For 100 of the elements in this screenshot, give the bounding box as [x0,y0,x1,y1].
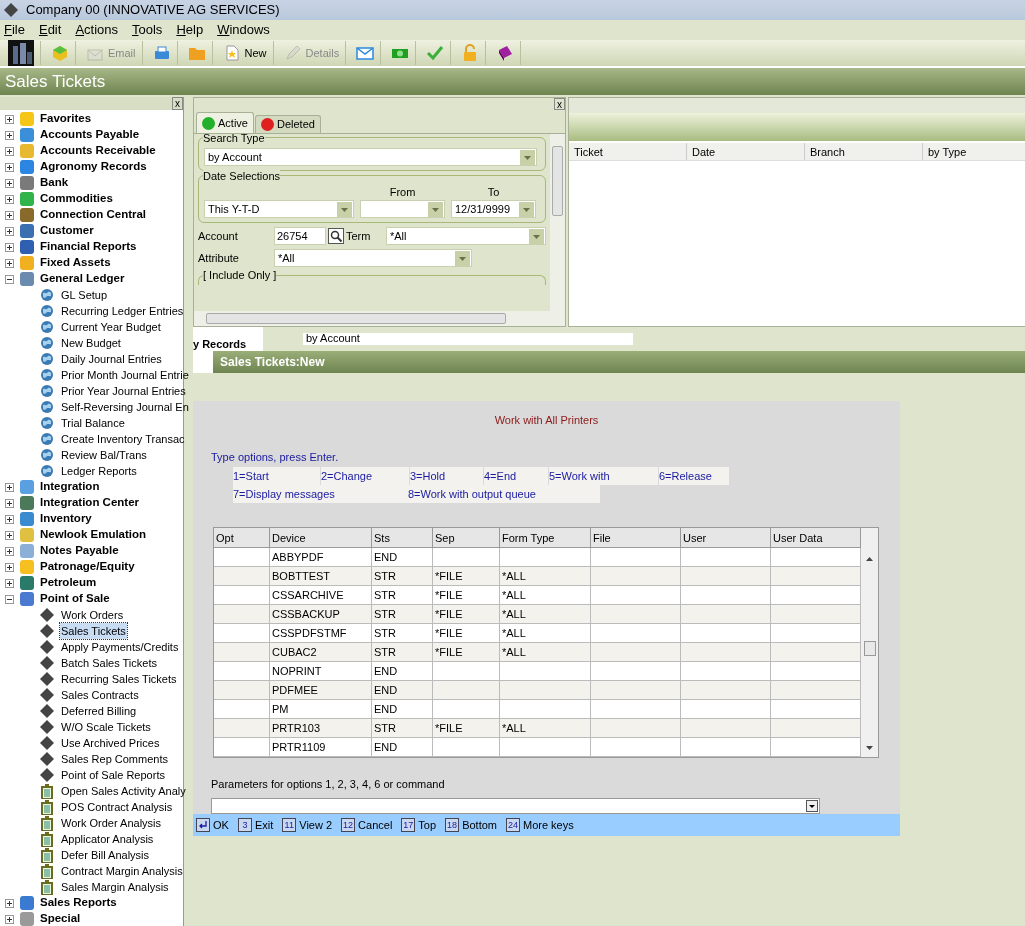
expand-icon[interactable] [5,210,14,220]
expand-icon[interactable] [5,114,14,124]
tree-item[interactable]: Self-Reversing Journal En [60,398,190,416]
tree-item[interactable]: Sales Margin Analysis [60,878,170,896]
tree-item[interactable]: Connection Central [40,206,147,224]
expand-icon[interactable] [5,914,14,924]
expand-icon[interactable] [5,546,14,556]
tree-item[interactable]: Accounts Receivable [40,142,156,160]
menu-item[interactable]: Windows [217,20,270,40]
expand-icon[interactable] [5,562,14,572]
tree-item[interactable]: Recurring Ledger Entries [60,302,185,320]
tree-item[interactable]: Prior Year Journal Entries [60,382,187,400]
collapse-icon[interactable] [5,594,14,604]
dropdown-field[interactable]: *All [386,227,546,245]
tree-item[interactable]: Sales Reports [40,894,117,912]
tree-item[interactable]: Favorites [40,110,92,128]
expand-icon[interactable] [5,162,14,172]
function-key-button[interactable]: 3 Exit [237,816,274,834]
tree-item[interactable]: Sales Rep Comments [60,750,169,768]
vertical-scrollbar[interactable] [861,528,878,757]
tree-item[interactable]: Notes Payable [40,542,119,560]
tree-item[interactable]: Trial Balance [60,414,126,432]
scroll-up-icon[interactable] [866,556,873,561]
function-key-button[interactable]: 12 Cancel [341,816,393,834]
tree-item[interactable]: General Ledger [40,270,125,288]
tree-item[interactable]: Point of Sale [40,590,110,608]
tree-item[interactable]: Newlook Emulation [40,526,147,544]
tree-item[interactable]: Daily Journal Entries [60,350,163,368]
tree-item[interactable]: Patronage/Equity [40,558,135,576]
tree-item[interactable]: Use Archived Prices [60,734,161,752]
search-icon[interactable] [328,228,344,244]
tab[interactable]: Active [196,112,254,133]
expand-icon[interactable] [5,514,14,524]
tree-item[interactable]: Review Bal/Trans [60,446,148,464]
tree-item[interactable]: Financial Reports [40,238,137,256]
vertical-scrollbar[interactable] [550,134,565,311]
menu-item[interactable]: File [4,20,25,40]
tree-item[interactable]: Integration Center [40,494,140,512]
close-button[interactable]: x [172,97,183,110]
tree-item[interactable]: GL Setup [60,286,109,304]
expand-icon[interactable] [5,130,14,140]
expand-icon[interactable] [5,578,14,588]
function-key-button[interactable]: 24 More keys [506,816,574,834]
tree-item[interactable]: Create Inventory Transac [60,430,186,448]
function-key-button[interactable]: OK [196,816,229,834]
toolbar-button[interactable]: New [216,41,274,65]
expand-icon[interactable] [5,258,14,268]
scroll-down-icon[interactable] [866,746,873,751]
menu-item[interactable]: Edit [38,20,62,40]
tree-item[interactable]: Prior Month Journal Entrie [60,366,190,384]
tree-item[interactable]: Work Order Analysis [60,814,163,832]
expand-icon[interactable] [5,146,14,156]
menu-item[interactable]: Actions [75,20,118,40]
dropdown-field[interactable]: This Y-T-D [204,200,354,218]
tree-item[interactable]: Recurring Sales Tickets [60,670,178,688]
command-field[interactable] [211,797,820,815]
expand-icon[interactable] [5,530,14,540]
tree-item[interactable]: Inventory [40,510,92,528]
expand-icon[interactable] [5,194,14,204]
tree-item[interactable]: Batch Sales Tickets [60,654,158,672]
expand-icon[interactable] [5,498,14,508]
tree-item[interactable]: W/O Scale Tickets [60,718,152,736]
dropdown-field[interactable]: 12/31/9999 [451,200,536,218]
collapse-icon[interactable] [5,274,14,284]
expand-icon[interactable] [5,242,14,252]
dropdown-field[interactable]: *All [274,249,472,267]
expand-icon[interactable] [5,178,14,188]
tab[interactable]: Deleted [254,115,321,133]
tree-item[interactable]: Commodities [40,190,113,208]
tree-item[interactable]: Apply Payments/Credits [60,638,180,656]
column-header[interactable]: Branch [805,143,923,160]
function-key-button[interactable]: 11 View 2 [282,816,333,834]
function-key-button[interactable]: 18 Bottom [445,816,497,834]
expand-icon[interactable] [5,226,14,236]
menu-item[interactable]: Help [176,20,204,40]
dropdown-field[interactable] [360,200,445,218]
column-header[interactable]: by Type [923,143,1025,160]
tree-item[interactable]: Open Sales Activity Analy [60,782,187,800]
tree-item[interactable]: Contract Margin Analysis [60,862,184,880]
tree-item[interactable]: Applicator Analysis [60,830,155,848]
tree-item[interactable]: Fixed Assets [40,254,111,272]
close-button[interactable]: x [554,98,565,110]
tree-item[interactable]: Special [40,910,81,926]
tree-item[interactable]: Point of Sale Reports [60,766,166,784]
tree-item[interactable]: Customer [40,222,94,240]
horizontal-scrollbar[interactable] [194,311,565,326]
expand-icon[interactable] [5,482,14,492]
tree-item[interactable]: POS Contract Analysis [60,798,174,816]
expand-icon[interactable] [5,898,14,908]
function-key-button[interactable]: 17 Top [401,816,437,834]
tree-item[interactable]: Agronomy Records [40,158,147,176]
tree-item[interactable]: Bank [40,174,69,192]
tree-item[interactable]: Current Year Budget [60,318,162,336]
tree-item[interactable]: Petroleum [40,574,97,592]
scroll-thumb[interactable] [863,641,876,656]
tree-item[interactable]: Deferred Billing [60,702,138,720]
tree-item[interactable]: Work Orders [60,606,125,624]
menu-item[interactable]: Tools [132,20,163,40]
tree-item[interactable]: Integration [40,478,100,496]
table-cell[interactable] [214,738,270,757]
